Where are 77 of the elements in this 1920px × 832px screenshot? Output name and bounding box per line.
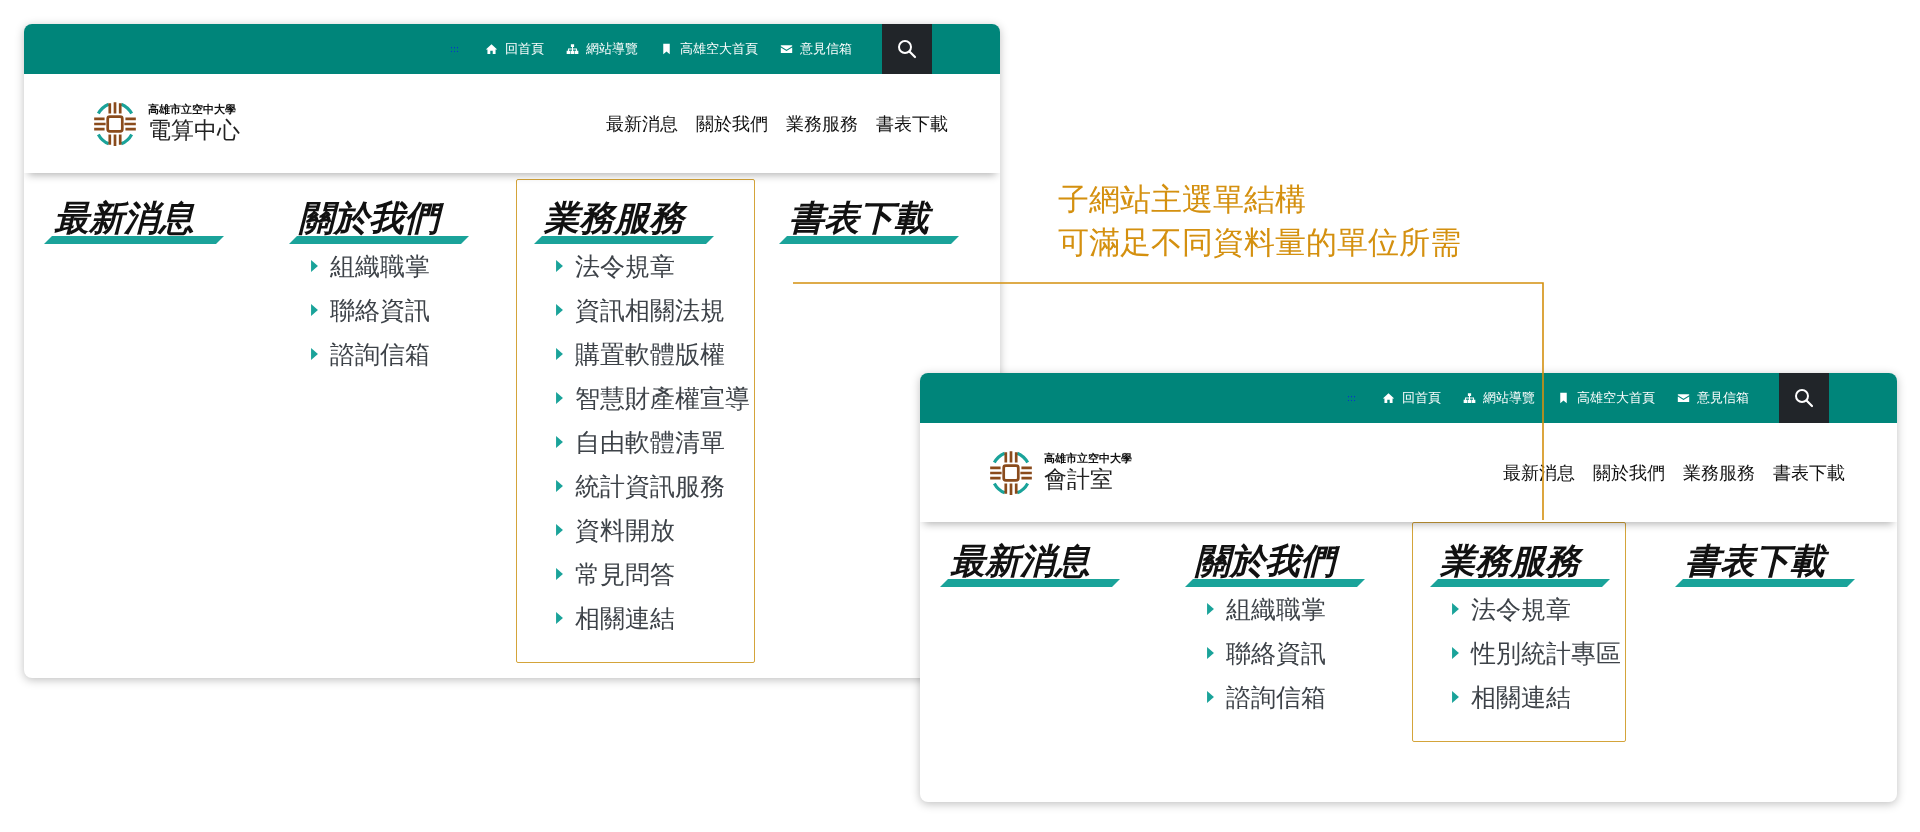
- top-link[interactable]: 意見信箱: [1677, 389, 1749, 407]
- menu-item[interactable]: 性別統計專區: [1471, 636, 1621, 670]
- caret-icon: [556, 480, 563, 492]
- menu-heading[interactable]: 最新消息: [948, 537, 1100, 585]
- caret-icon: [311, 348, 318, 360]
- menu-heading[interactable]: 書表下載: [1683, 537, 1835, 585]
- caret-icon: [556, 436, 563, 448]
- menu-heading[interactable]: 關於我們: [297, 194, 449, 242]
- caret-icon: [556, 304, 563, 316]
- caret-icon: [556, 392, 563, 404]
- menu-item[interactable]: 智慧財產權宣導: [575, 381, 750, 415]
- menu-item[interactable]: 諮詢信箱: [1226, 680, 1326, 714]
- menu-item[interactable]: 聯絡資訊: [330, 293, 430, 327]
- menu-item[interactable]: 相關連結: [575, 601, 675, 635]
- caret-icon: [556, 260, 563, 272]
- caret-icon: [556, 568, 563, 580]
- caret-icon: [556, 524, 563, 536]
- organization-name: 高雄市立空中大學: [1044, 451, 1132, 467]
- menu-heading[interactable]: 書表下載: [787, 194, 939, 242]
- unit-name: 會計室: [1044, 466, 1114, 494]
- menu-item[interactable]: 常見問答: [575, 557, 675, 591]
- nav-link[interactable]: 書表下載: [1773, 460, 1845, 485]
- menu-item[interactable]: 組織職掌: [1226, 592, 1326, 626]
- caret-icon: [1452, 603, 1459, 615]
- caret-icon: [1207, 647, 1214, 659]
- menu-item[interactable]: 資料開放: [575, 513, 675, 547]
- mail-icon: [1677, 392, 1690, 404]
- search-icon: [897, 39, 917, 59]
- caret-icon: [1452, 691, 1459, 703]
- nav-link[interactable]: 業務服務: [1683, 460, 1755, 485]
- menu-item[interactable]: 法令規章: [575, 249, 675, 283]
- nav-link[interactable]: 關於我們: [696, 111, 768, 136]
- annotation-text: 子網站主選單結構: [1058, 180, 1307, 219]
- bookmark-icon: [1557, 392, 1570, 404]
- menu-heading[interactable]: 業務服務: [542, 194, 694, 242]
- top-link[interactable]: 網站導覽: [1463, 389, 1535, 407]
- nav-link[interactable]: 書表下載: [876, 111, 948, 136]
- search-button[interactable]: [882, 24, 932, 74]
- menu-item[interactable]: 資訊相關法規: [575, 293, 725, 327]
- caret-icon: [1207, 603, 1214, 615]
- caret-icon: [556, 348, 563, 360]
- caret-icon: [311, 304, 318, 316]
- annotation-text: 可滿足不同資料量的單位所需: [1058, 223, 1461, 262]
- menu-item[interactable]: 諮詢信箱: [330, 337, 430, 371]
- menu-item[interactable]: 自由軟體清單: [575, 425, 725, 459]
- sitemap-icon: [1463, 392, 1476, 404]
- menu-item[interactable]: 聯絡資訊: [1226, 636, 1326, 670]
- menu-heading[interactable]: 最新消息: [52, 194, 204, 242]
- search-button[interactable]: [1779, 373, 1829, 423]
- caret-icon: [311, 260, 318, 272]
- top-link[interactable]: 網站導覽: [566, 40, 638, 58]
- menu-item[interactable]: 組織職掌: [330, 249, 430, 283]
- menu-heading[interactable]: 關於我們: [1193, 537, 1345, 585]
- caret-icon: [1207, 691, 1214, 703]
- nav-link[interactable]: 關於我們: [1593, 460, 1665, 485]
- mail-icon: [780, 43, 793, 55]
- sitemap-icon: [566, 43, 579, 55]
- top-link[interactable]: 意見信箱: [780, 40, 852, 58]
- menu-heading[interactable]: 業務服務: [1438, 537, 1590, 585]
- nav-link[interactable]: 業務服務: [786, 111, 858, 136]
- menu-item[interactable]: 法令規章: [1471, 592, 1571, 626]
- top-link[interactable]: 回首頁: [485, 40, 544, 58]
- home-icon: [1382, 392, 1395, 404]
- top-link[interactable]: 回首頁: [1382, 389, 1441, 407]
- caret-icon: [556, 612, 563, 624]
- top-link[interactable]: 高雄空大首頁: [660, 40, 758, 58]
- unit-name: 電算中心: [148, 117, 240, 145]
- menu-item[interactable]: 統計資訊服務: [575, 469, 725, 503]
- menu-item[interactable]: 購置軟體版權: [575, 337, 725, 371]
- top-link[interactable]: 高雄空大首頁: [1557, 389, 1655, 407]
- organization-name: 高雄市立空中大學: [148, 102, 237, 118]
- bookmark-icon: [660, 43, 673, 55]
- menu-item[interactable]: 相關連結: [1471, 680, 1571, 714]
- search-icon: [1794, 388, 1814, 408]
- nav-link[interactable]: 最新消息: [606, 111, 678, 136]
- home-icon: [485, 43, 498, 55]
- caret-icon: [1452, 647, 1459, 659]
